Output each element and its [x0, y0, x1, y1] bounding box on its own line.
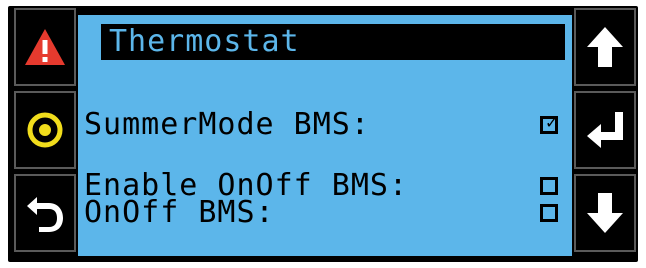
check-mark-icon: ✓ [545, 113, 560, 132]
lcd-screen: Thermostat SummerMode BMS: ✓ Enable OnOf… [78, 15, 572, 256]
row-onoff-bms: OnOff BMS: [84, 198, 560, 228]
up-arrow-icon [587, 27, 623, 67]
row-label: SummerMode BMS: [84, 107, 370, 142]
summermode-checkbox[interactable]: ✓ [540, 113, 560, 134]
alarm-icon [25, 29, 65, 65]
program-button[interactable] [14, 91, 76, 169]
down-arrow-icon [587, 193, 623, 233]
enter-button[interactable] [574, 91, 636, 169]
down-button[interactable] [574, 174, 636, 252]
enter-icon [587, 112, 623, 148]
enable-onoff-checkbox[interactable] [540, 177, 558, 195]
row-summermode-bms: SummerMode BMS: ✓ [84, 110, 560, 140]
escape-button[interactable] [14, 174, 76, 252]
alarm-button[interactable] [14, 8, 76, 86]
up-button[interactable] [574, 8, 636, 86]
right-keypad [574, 8, 636, 256]
escape-icon [27, 197, 63, 232]
left-keypad [14, 8, 76, 256]
screen-title: Thermostat [101, 24, 565, 60]
program-icon [27, 112, 63, 148]
row-label: OnOff BMS: [84, 195, 275, 230]
onoff-checkbox[interactable] [540, 204, 558, 222]
